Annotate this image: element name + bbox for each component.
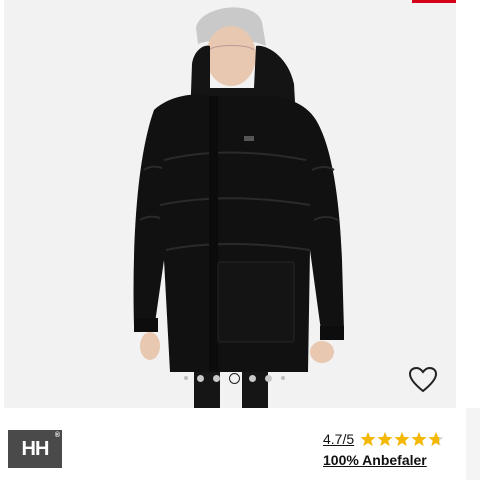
rating-summary[interactable]: 4.7/5 <box>323 430 444 448</box>
carousel-dot[interactable] <box>212 374 220 382</box>
carousel-dot[interactable] <box>248 374 256 382</box>
star-icon <box>394 432 410 446</box>
page-gutter <box>456 0 480 408</box>
scrollbar-track <box>466 408 480 480</box>
carousel-dot[interactable] <box>280 376 285 380</box>
carousel-dot[interactable] <box>264 374 272 382</box>
brand-logo[interactable]: HH ® <box>8 430 62 468</box>
carousel-dot[interactable] <box>196 374 204 382</box>
wishlist-button[interactable] <box>406 364 440 396</box>
product-image-carousel[interactable] <box>4 0 456 408</box>
star-icon <box>360 432 376 446</box>
brand-logo-text: HH <box>21 437 50 460</box>
carousel-dot-active[interactable] <box>228 372 240 384</box>
carousel-dots <box>4 372 456 384</box>
star-icon <box>428 432 444 446</box>
star-rating <box>360 431 444 447</box>
rating-value[interactable]: 4.7/5 <box>323 431 354 447</box>
carousel-dot[interactable] <box>183 376 188 380</box>
recommend-link[interactable]: 100% Anbefaler <box>323 452 427 468</box>
heart-outline-icon <box>408 366 438 393</box>
sale-badge <box>412 0 456 3</box>
star-icon <box>377 432 393 446</box>
star-icon <box>411 432 427 446</box>
product-photo <box>133 7 344 408</box>
registered-mark: ® <box>54 432 60 439</box>
